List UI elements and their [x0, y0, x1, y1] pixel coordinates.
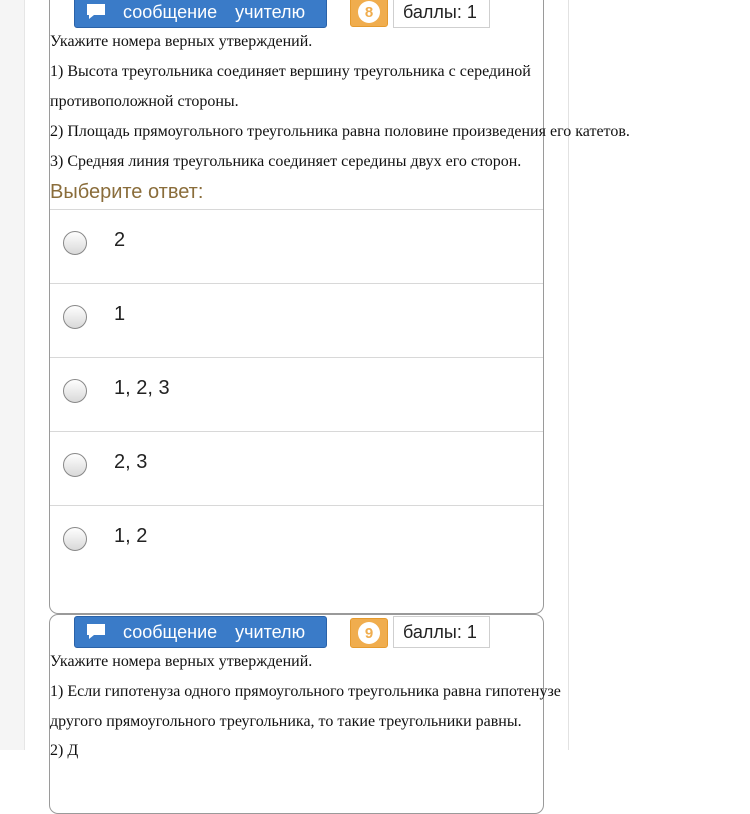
message-teacher-button[interactable]: сообщение учителю [74, 616, 327, 648]
points-label: баллы: 1 [393, 616, 490, 648]
message-button-label-2: учителю [235, 621, 306, 642]
column-divider [568, 0, 569, 750]
question-text-line: 2) Площадь прямоугольного треугольника р… [50, 123, 630, 140]
message-teacher-button[interactable]: сообщение учителю [74, 0, 327, 28]
answer-option-label: 1, 2 [114, 525, 148, 547]
answer-option[interactable]: 2 [50, 209, 543, 283]
answer-option[interactable]: 1 [50, 283, 543, 357]
question-number: 8 [358, 1, 380, 23]
question-text-line: 3) Средняя линия треугольника соединяет … [50, 153, 522, 170]
message-button-label-2: учителю [235, 1, 306, 22]
question-text-line: 1) Если гипотенуза одного прямоугольного… [50, 683, 561, 700]
answer-option[interactable]: 1, 2, 3 [50, 357, 543, 431]
answer-option-label: 2 [114, 229, 126, 251]
radio-button[interactable] [63, 453, 87, 477]
question-text-line: 1) Высота треугольника соединяет вершину… [50, 63, 531, 80]
answer-option-label: 1, 2, 3 [114, 377, 170, 399]
radio-button[interactable] [63, 305, 87, 329]
answer-option-label: 1 [114, 303, 126, 325]
question-number: 9 [358, 622, 380, 644]
message-button-label-1: сообщение [123, 1, 218, 22]
question-number-badge: 8 [350, 0, 388, 27]
message-button-label-1: сообщение [123, 621, 218, 642]
answer-prompt: Выберите ответ: [50, 181, 204, 203]
answer-options: 2 1 1, 2, 3 2, 3 1, 2 [50, 209, 543, 579]
question-text-line: Укажите номера верных утверждений. [50, 33, 313, 50]
points-label: баллы: 1 [393, 0, 490, 28]
answer-option[interactable]: 2, 3 [50, 431, 543, 505]
question-text-line: Укажите номера верных утверждений. [50, 653, 313, 670]
radio-button[interactable] [63, 231, 87, 255]
radio-button[interactable] [63, 379, 87, 403]
left-gutter [0, 0, 25, 750]
question-number-badge: 9 [350, 618, 388, 648]
comment-icon [87, 4, 105, 19]
question-text-line: противоположной стороны. [50, 93, 239, 110]
answer-option-label: 2, 3 [114, 451, 148, 473]
comment-icon [87, 624, 105, 639]
question-text-line: 2) Д [50, 742, 79, 759]
answer-option[interactable]: 1, 2 [50, 505, 543, 579]
question-text-line: другого прямоугольного треугольника, то … [50, 713, 522, 730]
radio-button[interactable] [63, 527, 87, 551]
